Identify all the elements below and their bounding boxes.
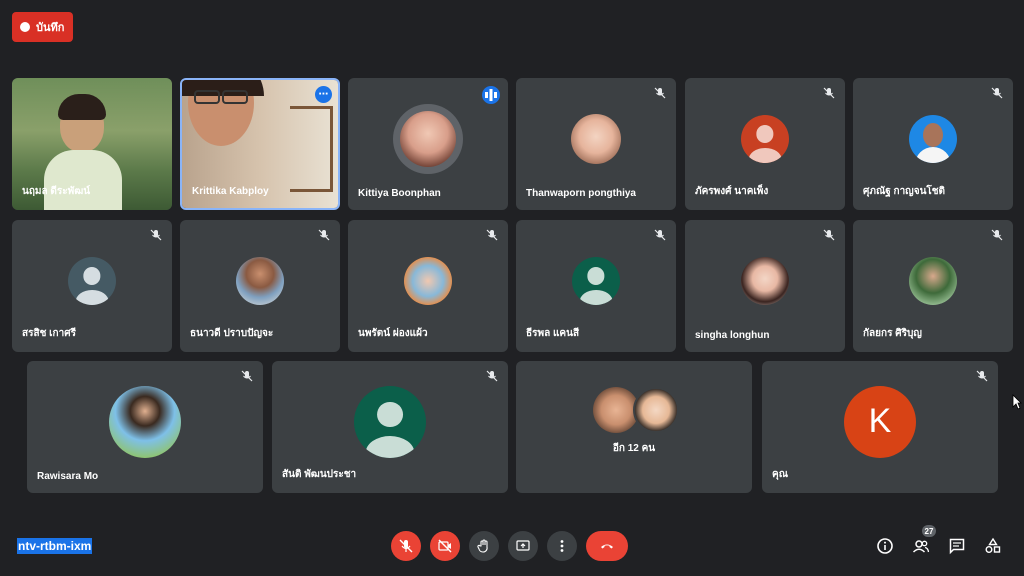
mic-off-icon <box>654 87 666 99</box>
more-vert-icon <box>560 540 564 552</box>
others-tile[interactable]: อีก 12 คน <box>516 361 752 493</box>
participant-tile[interactable]: สันติ พัฒนประชา <box>272 361 508 493</box>
default-avatar <box>572 256 620 305</box>
default-avatar <box>354 385 426 458</box>
participant-name: คุณ <box>772 469 788 480</box>
participant-tile[interactable]: นฤมล ดีระพัฒน์ <box>12 78 172 210</box>
participant-name: ภัครพงศ์ นาคเพ็ง <box>695 186 769 197</box>
present-button[interactable] <box>508 531 538 561</box>
mic-off-icon <box>399 539 413 553</box>
participant-tile[interactable]: ⋯ Krittika Kabploy <box>180 78 340 210</box>
leave-call-button[interactable] <box>586 531 628 561</box>
mic-off-icon <box>486 370 498 382</box>
participant-name: singha longhun <box>695 330 770 341</box>
activities-button[interactable] <box>984 537 1002 555</box>
participant-name: Kittiya Boonphan <box>358 188 441 199</box>
participant-name: ธีรพล แคนสี <box>526 328 580 339</box>
avatar <box>741 256 789 305</box>
participant-name: นฤมล ดีระพัฒน์ <box>22 186 91 197</box>
mic-off-icon <box>991 229 1003 241</box>
participant-name: Thanwaporn pongthiya <box>526 188 636 199</box>
chat-button[interactable] <box>948 537 966 555</box>
avatar-letter: K <box>868 402 892 441</box>
mic-off-icon <box>823 229 835 241</box>
participant-tile[interactable]: Kittiya Boonphan <box>348 78 508 210</box>
more-options-icon[interactable]: ⋯ <box>315 86 332 103</box>
participant-tile[interactable]: singha longhun <box>685 220 845 352</box>
mic-off-icon <box>150 229 162 241</box>
avatar <box>909 256 957 305</box>
participant-tile[interactable]: กัลยกร ศิริบุญ <box>853 220 1013 352</box>
mic-off-icon <box>976 370 988 382</box>
avatar <box>633 387 679 433</box>
meeting-details-button[interactable] <box>876 537 894 555</box>
mic-toggle-button[interactable] <box>391 531 421 561</box>
participant-tile[interactable]: ธนาวดี ปราบปัญจะ <box>180 220 340 352</box>
participant-tile[interactable]: Rawisara Mo <box>27 361 263 493</box>
raise-hand-icon <box>477 539 488 553</box>
participant-name: ศุภณัฐ กาญจนโชติ <box>863 186 946 197</box>
avatar <box>393 103 463 174</box>
participant-tile[interactable]: สรสิช เกาศรี <box>12 220 172 352</box>
participant-name: ธนาวดี ปราบปัญจะ <box>190 328 274 339</box>
raise-hand-button[interactable] <box>469 531 499 561</box>
avatar <box>909 114 957 163</box>
audio-wave-icon <box>482 86 500 104</box>
info-icon <box>877 538 893 554</box>
present-screen-icon <box>516 540 530 551</box>
participant-tile[interactable]: K คุณ <box>762 361 998 493</box>
end-call-icon <box>601 544 613 549</box>
meeting-code[interactable]: ntv-rtbm-ixm <box>17 538 93 554</box>
avatar <box>236 256 284 305</box>
participant-tile[interactable]: นพรัตน์ ผ่องแผ้ว <box>348 220 508 352</box>
recording-indicator[interactable]: บันทึก <box>12 12 73 42</box>
mouse-cursor-icon <box>1012 394 1022 410</box>
avatar <box>109 385 181 458</box>
avatar <box>404 256 452 305</box>
letter-avatar: K <box>844 385 916 458</box>
record-dot-icon <box>20 22 30 32</box>
participant-count-badge: 27 <box>922 525 936 537</box>
participant-name: สรสิช เกาศรี <box>22 328 76 339</box>
participant-name: กัลยกร ศิริบุญ <box>863 328 922 339</box>
participant-tile[interactable]: ภัครพงศ์ นาคเพ็ง <box>685 78 845 210</box>
mic-off-icon <box>318 229 330 241</box>
recording-label: บันทึก <box>36 22 65 34</box>
chat-icon <box>949 538 965 555</box>
people-icon <box>912 540 930 553</box>
avatar <box>571 113 621 164</box>
participant-tile[interactable]: ธีรพล แคนสี <box>516 220 676 352</box>
participant-name: นพรัตน์ ผ่องแผ้ว <box>358 328 428 339</box>
mic-off-icon <box>823 87 835 99</box>
mic-off-icon <box>654 229 666 241</box>
default-avatar <box>68 256 116 305</box>
more-participants-label: อีก 12 คน <box>612 443 656 454</box>
participant-name: สันติ พัฒนประชา <box>282 469 357 480</box>
default-avatar <box>741 114 789 163</box>
mic-off-icon <box>991 87 1003 99</box>
camera-toggle-button[interactable] <box>430 531 460 561</box>
participant-tile[interactable]: ศุภณัฐ กาญจนโชติ <box>853 78 1013 210</box>
activities-icon <box>985 537 1001 553</box>
participant-tile[interactable]: Thanwaporn pongthiya <box>516 78 676 210</box>
mic-off-icon <box>486 229 498 241</box>
people-button[interactable] <box>912 537 930 555</box>
participant-name: Rawisara Mo <box>37 471 99 482</box>
participant-name: Krittika Kabploy <box>192 186 269 197</box>
mic-off-icon <box>241 370 253 382</box>
more-options-button[interactable] <box>547 531 577 561</box>
videocam-off-icon <box>438 539 452 553</box>
